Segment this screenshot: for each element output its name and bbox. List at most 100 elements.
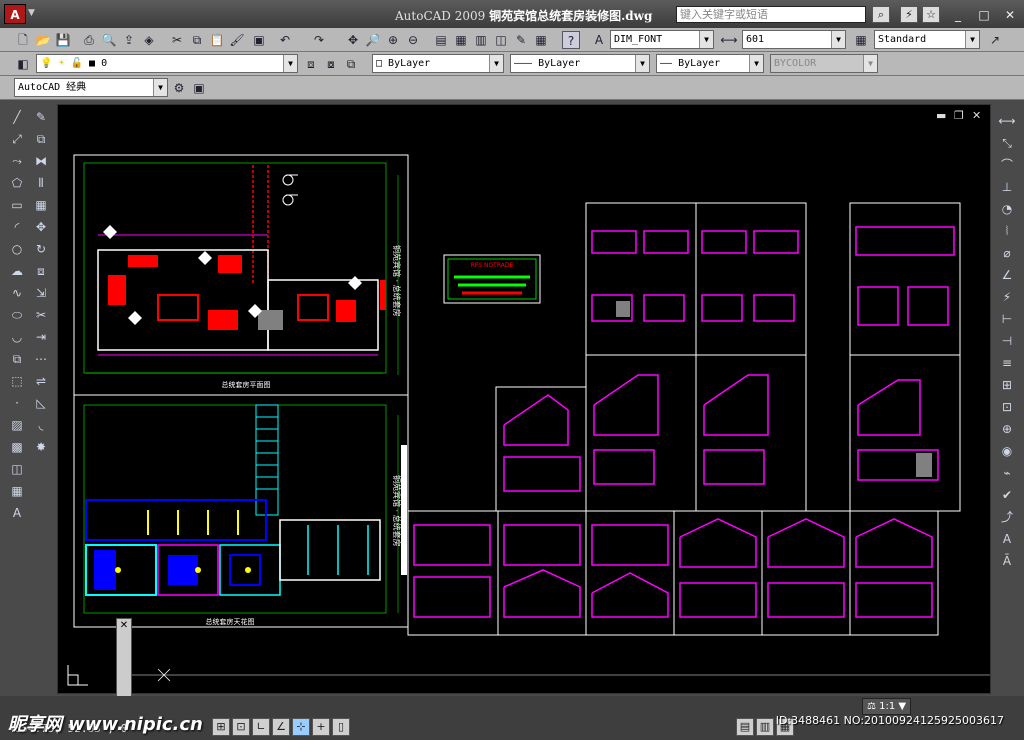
- gradient-icon[interactable]: ▩: [8, 438, 26, 456]
- dim-style-select[interactable]: 601 ▼: [742, 30, 846, 49]
- design-center-icon[interactable]: ▦: [452, 31, 470, 49]
- chevron-down-icon[interactable]: ▼: [699, 31, 713, 48]
- favorites-icon[interactable]: ☆: [922, 6, 940, 23]
- dim-edit-icon[interactable]: ✔: [998, 486, 1016, 504]
- chamfer-icon[interactable]: ◺: [32, 394, 50, 412]
- rotate-icon[interactable]: ↻: [32, 240, 50, 258]
- text-style-icon[interactable]: A: [590, 31, 608, 49]
- copy-object-icon[interactable]: ⧉: [32, 130, 50, 148]
- array-icon[interactable]: ▦: [32, 196, 50, 214]
- hatch-icon[interactable]: ▨: [8, 416, 26, 434]
- ellipse-icon[interactable]: ⬭: [8, 306, 26, 324]
- erase-icon[interactable]: ✎: [32, 108, 50, 126]
- subscription-icon[interactable]: ⚡: [900, 6, 918, 23]
- lineweight-select[interactable]: —— ByLayer ▼: [656, 54, 764, 73]
- dim-ordinate-icon[interactable]: ⊥: [998, 178, 1016, 196]
- make-block-icon[interactable]: ⬚: [8, 372, 26, 390]
- rectangle-icon[interactable]: ▭: [8, 196, 26, 214]
- close-icon[interactable]: ✕: [117, 619, 131, 633]
- workspace-select[interactable]: AutoCAD 经典 ▼: [14, 78, 168, 97]
- close-button[interactable]: ✕: [1000, 7, 1020, 23]
- undo-icon[interactable]: ↶: [276, 31, 294, 49]
- trim-icon[interactable]: ✂: [32, 306, 50, 324]
- minimize-button[interactable]: _: [948, 7, 968, 23]
- break-icon[interactable]: ⋯: [32, 350, 50, 368]
- offset-icon[interactable]: ⫴: [32, 174, 50, 192]
- mirror-icon[interactable]: ⧓: [32, 152, 50, 170]
- construction-line-icon[interactable]: ⤢: [8, 130, 26, 148]
- extend-icon[interactable]: ⇥: [32, 328, 50, 346]
- fillet-icon[interactable]: ◟: [32, 416, 50, 434]
- model-tab-icon[interactable]: ▤: [736, 718, 754, 736]
- sheet-set-icon[interactable]: ◫: [492, 31, 510, 49]
- revision-cloud-icon[interactable]: ☁: [8, 262, 26, 280]
- 3d-dwf-icon[interactable]: ◈: [140, 31, 158, 49]
- point-icon[interactable]: ·: [8, 394, 26, 412]
- drawing-canvas[interactable]: ▬ ❐ ✕ 总统套房平面图 铜苑宾馆 · 总统套房 总统套房天花图 铜苑宾馆 ·…: [57, 104, 991, 694]
- chevron-down-icon[interactable]: ▼: [831, 31, 845, 48]
- linetype-select[interactable]: ——— ByLayer ▼: [510, 54, 650, 73]
- inspection-icon[interactable]: ◉: [998, 442, 1016, 460]
- workspace-settings-icon[interactable]: ⚙: [170, 79, 188, 97]
- layer-properties-icon[interactable]: ◧: [14, 55, 32, 73]
- save-icon[interactable]: 💾: [54, 31, 72, 49]
- layout-tab-icon[interactable]: ▥: [756, 718, 774, 736]
- region-icon[interactable]: ◫: [8, 460, 26, 478]
- pan-icon[interactable]: ✥: [344, 31, 362, 49]
- dim-space-icon[interactable]: ≡: [998, 354, 1016, 372]
- redo-icon[interactable]: ↷: [310, 31, 328, 49]
- dynamic-ucs-icon[interactable]: ▯: [332, 718, 350, 736]
- chevron-down-icon[interactable]: ▼: [749, 55, 763, 72]
- chevron-down-icon[interactable]: ▼: [283, 55, 297, 72]
- polar-tracking-icon[interactable]: ∠: [272, 718, 290, 736]
- chevron-down-icon[interactable]: ▼: [489, 55, 503, 72]
- quick-dim-icon[interactable]: ⚡: [998, 288, 1016, 306]
- dim-update-icon[interactable]: A: [998, 530, 1016, 548]
- tool-palettes-icon[interactable]: ▥: [472, 31, 490, 49]
- arc-icon[interactable]: ◜: [8, 218, 26, 236]
- zoom-realtime-icon[interactable]: 🔎: [364, 31, 382, 49]
- cut-icon[interactable]: ✂: [168, 31, 186, 49]
- table-style-select[interactable]: Standard ▼: [874, 30, 980, 49]
- grid-display-icon[interactable]: ⊡: [232, 718, 250, 736]
- stretch-icon[interactable]: ⇲: [32, 284, 50, 302]
- ortho-mode-icon[interactable]: ∟: [252, 718, 270, 736]
- color-select[interactable]: □ ByLayer ▼: [372, 54, 504, 73]
- maximize-button[interactable]: □: [974, 7, 994, 23]
- explode-icon[interactable]: ✸: [32, 438, 50, 456]
- dim-radius-icon[interactable]: ◔: [998, 200, 1016, 218]
- text-style-select[interactable]: DIM_FONT ▼: [610, 30, 714, 49]
- otrack-icon[interactable]: +: [312, 718, 330, 736]
- dim-linear-icon[interactable]: ⟷: [998, 112, 1016, 130]
- dim-diameter-icon[interactable]: ⌀: [998, 244, 1016, 262]
- polygon-icon[interactable]: ⬠: [8, 174, 26, 192]
- dim-arc-icon[interactable]: ⌒: [998, 156, 1016, 174]
- block-editor-icon[interactable]: ▣: [250, 31, 268, 49]
- search-input[interactable]: 键入关键字或短语: [676, 6, 866, 23]
- annotation-scale[interactable]: ⚖ 1:1 ▼: [862, 698, 912, 715]
- paste-icon[interactable]: 📋: [208, 31, 226, 49]
- dim-angular-icon[interactable]: ∠: [998, 266, 1016, 284]
- match-properties-icon[interactable]: 🖌: [228, 31, 246, 49]
- markup-icon[interactable]: ✎: [512, 31, 530, 49]
- dim-text-edit-icon[interactable]: ⤴: [998, 508, 1016, 526]
- spline-icon[interactable]: ∿: [8, 284, 26, 302]
- center-mark-icon[interactable]: ⊕: [998, 420, 1016, 438]
- dim-aligned-icon[interactable]: ⤡: [998, 134, 1016, 152]
- copy-icon[interactable]: ⧉: [188, 31, 206, 49]
- plot-preview-icon[interactable]: 🔍: [100, 31, 118, 49]
- line-icon[interactable]: ╱: [8, 108, 26, 126]
- chevron-down-icon[interactable]: ▼: [28, 8, 35, 18]
- dim-style-icon[interactable]: ⟷: [720, 31, 738, 49]
- chevron-down-icon[interactable]: ▼: [965, 31, 979, 48]
- chevron-down-icon[interactable]: ▼: [635, 55, 649, 72]
- dim-jogged-icon[interactable]: ⦚: [998, 222, 1016, 240]
- properties-icon[interactable]: ▤: [432, 31, 450, 49]
- ellipse-arc-icon[interactable]: ◡: [8, 328, 26, 346]
- publish-icon[interactable]: ⇪: [120, 31, 138, 49]
- workspace-save-icon[interactable]: ▣: [190, 79, 208, 97]
- zoom-previous-icon[interactable]: ⊖: [404, 31, 422, 49]
- mtext-icon[interactable]: A: [8, 504, 26, 522]
- dim-baseline-icon[interactable]: ⊢: [998, 310, 1016, 328]
- new-file-icon[interactable]: 🗋: [14, 31, 32, 49]
